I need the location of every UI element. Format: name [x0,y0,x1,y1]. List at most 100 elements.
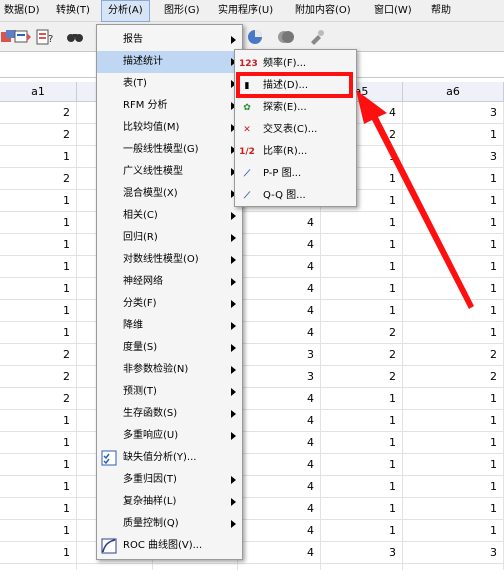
grid-cell[interactable]: 1 [403,498,504,520]
analyze-menu-item[interactable]: 回归(R) [97,227,242,249]
analyze-menu-item[interactable]: 生存函数(S) [97,403,242,425]
column-header[interactable]: a1 [0,82,77,102]
grid-cell[interactable]: 4 [238,410,321,432]
menu-4[interactable]: 实用程序(U) [212,0,279,22]
grid-cell[interactable]: 1 [321,388,403,410]
insert-cases-icon[interactable] [14,28,32,46]
grid-cell[interactable]: 4 [238,498,321,520]
grid-cell[interactable]: 2 [321,322,403,344]
analyze-menu-item[interactable]: 比较均值(M) [97,117,242,139]
analyze-menu-item[interactable]: 降维 [97,315,242,337]
menu-2[interactable]: 分析(A) [101,0,150,22]
find-icon[interactable] [66,28,84,46]
grid-cell[interactable]: 4 [238,520,321,542]
grid-cell[interactable]: 4 [238,322,321,344]
grid-cell[interactable]: 1 [0,212,77,234]
analyze-menu-item[interactable]: 预测(T) [97,381,242,403]
grid-cell[interactable]: 1 [0,542,77,564]
menu-1[interactable]: 转换(T) [50,0,96,22]
grid-cell[interactable]: 3 [238,344,321,366]
analyze-menu-item[interactable]: 多重响应(U) [97,425,242,447]
grid-cell[interactable]: 1 [0,410,77,432]
grid-cell[interactable]: 1 [0,322,77,344]
grid-cell[interactable]: 3 [238,564,321,570]
grid-cell[interactable]: 4 [238,432,321,454]
grid-cell[interactable]: 1 [403,564,504,570]
analyze-menu-item[interactable]: 复杂抽样(L) [97,491,242,513]
grid-cell[interactable]: 1 [0,256,77,278]
menu-3[interactable]: 图形(G) [158,0,206,22]
grid-cell[interactable]: 4 [238,300,321,322]
grid-cell[interactable]: 4 [238,388,321,410]
grid-cell[interactable]: 1 [321,432,403,454]
grid-cell[interactable]: 2 [0,366,77,388]
grid-cell[interactable]: 4 [238,542,321,564]
analyze-menu-item[interactable]: 描述统计 [97,51,242,73]
grid-cell[interactable]: 3 [321,564,403,570]
value-labels-icon[interactable] [277,28,295,46]
grid-cell[interactable]: 2 [0,344,77,366]
analyze-menu-item[interactable]: RFM 分析 [97,95,242,117]
grid-cell[interactable]: 2 [403,366,504,388]
grid-cell[interactable]: 1 [321,454,403,476]
grid-cell[interactable]: 1 [0,520,77,542]
grid-cell[interactable]: 4 [238,212,321,234]
menu-0[interactable]: 数据(D) [0,0,46,22]
grid-cell[interactable]: 1 [0,498,77,520]
grid-cell[interactable]: 2 [321,366,403,388]
grid-cell[interactable]: 2 [0,388,77,410]
grid-cell[interactable]: 1 [321,476,403,498]
menu-7[interactable]: 帮助 [425,0,457,22]
chart-icon[interactable] [246,28,264,46]
grid-cell[interactable]: 3 [238,366,321,388]
menu-5[interactable]: 附加内容(O) [289,0,357,22]
grid-cell[interactable]: 2 [321,344,403,366]
grid-cell[interactable]: 2 [0,102,77,124]
analyze-menu-item[interactable]: 一般线性模型(G) [97,139,242,161]
variables-icon[interactable]: ? [36,28,54,46]
grid-cell[interactable]: 1 [403,388,504,410]
grid-cell[interactable]: 1 [0,146,77,168]
grid-cell[interactable]: 4 [238,234,321,256]
grid-cell[interactable]: 1 [403,322,504,344]
analyze-menu-item[interactable]: 对数线性模型(O) [97,249,242,271]
analyze-menu-item[interactable]: 质量控制(Q) [97,513,242,535]
grid-cell[interactable]: 3 [403,542,504,564]
analyze-menu-item[interactable]: 多重归因(T) [97,469,242,491]
analyze-menu-item[interactable]: 相关(C) [97,205,242,227]
grid-cell[interactable]: 1 [403,432,504,454]
descriptive-menu-item[interactable]: ⟋ Q-Q 图... [235,185,356,207]
descriptive-menu-item[interactable]: ✕ 交叉表(C)... [235,119,356,141]
analyze-menu-item[interactable]: 混合模型(X) [97,183,242,205]
grid-cell[interactable]: 1 [0,476,77,498]
analyze-menu-item[interactable]: ROC 曲线图(V)... [97,535,242,557]
grid-cell[interactable]: 1 [0,564,77,570]
grid-cell[interactable]: 4 [238,278,321,300]
analyze-menu-item[interactable]: 广义线性模型 [97,161,242,183]
analyze-menu-item[interactable]: 非参数检验(N) [97,359,242,381]
grid-cell[interactable]: 2 [0,124,77,146]
grid-cell[interactable]: 1 [403,476,504,498]
grid-cell[interactable]: 1 [0,300,77,322]
script-icon[interactable] [308,28,326,46]
grid-cell[interactable]: 1 [0,234,77,256]
grid-cell[interactable]: 1 [0,432,77,454]
analyze-menu-item[interactable]: 表(T) [97,73,242,95]
analyze-menu-item[interactable]: 分类(F) [97,293,242,315]
descriptive-menu-item[interactable]: 1/2 比率(R)... [235,141,356,163]
grid-cell[interactable]: 4 [238,256,321,278]
analyze-menu-item[interactable]: 缺失值分析(Y)... [97,447,242,469]
grid-cell[interactable]: 1 [321,520,403,542]
grid-cell[interactable]: 1 [0,278,77,300]
descriptive-menu-item[interactable]: ⟋ P-P 图... [235,163,356,185]
analyze-menu-item[interactable]: 神经网络 [97,271,242,293]
analyze-menu-item[interactable]: 报告 [97,29,242,51]
grid-cell[interactable] [153,564,238,570]
grid-cell[interactable]: 1 [403,410,504,432]
grid-cell[interactable]: 4 [238,454,321,476]
menu-6[interactable]: 窗口(W) [368,0,418,22]
grid-cell[interactable]: 2 [0,168,77,190]
grid-cell[interactable]: 1 [321,410,403,432]
grid-cell[interactable]: 1 [321,498,403,520]
grid-cell[interactable] [77,564,153,570]
